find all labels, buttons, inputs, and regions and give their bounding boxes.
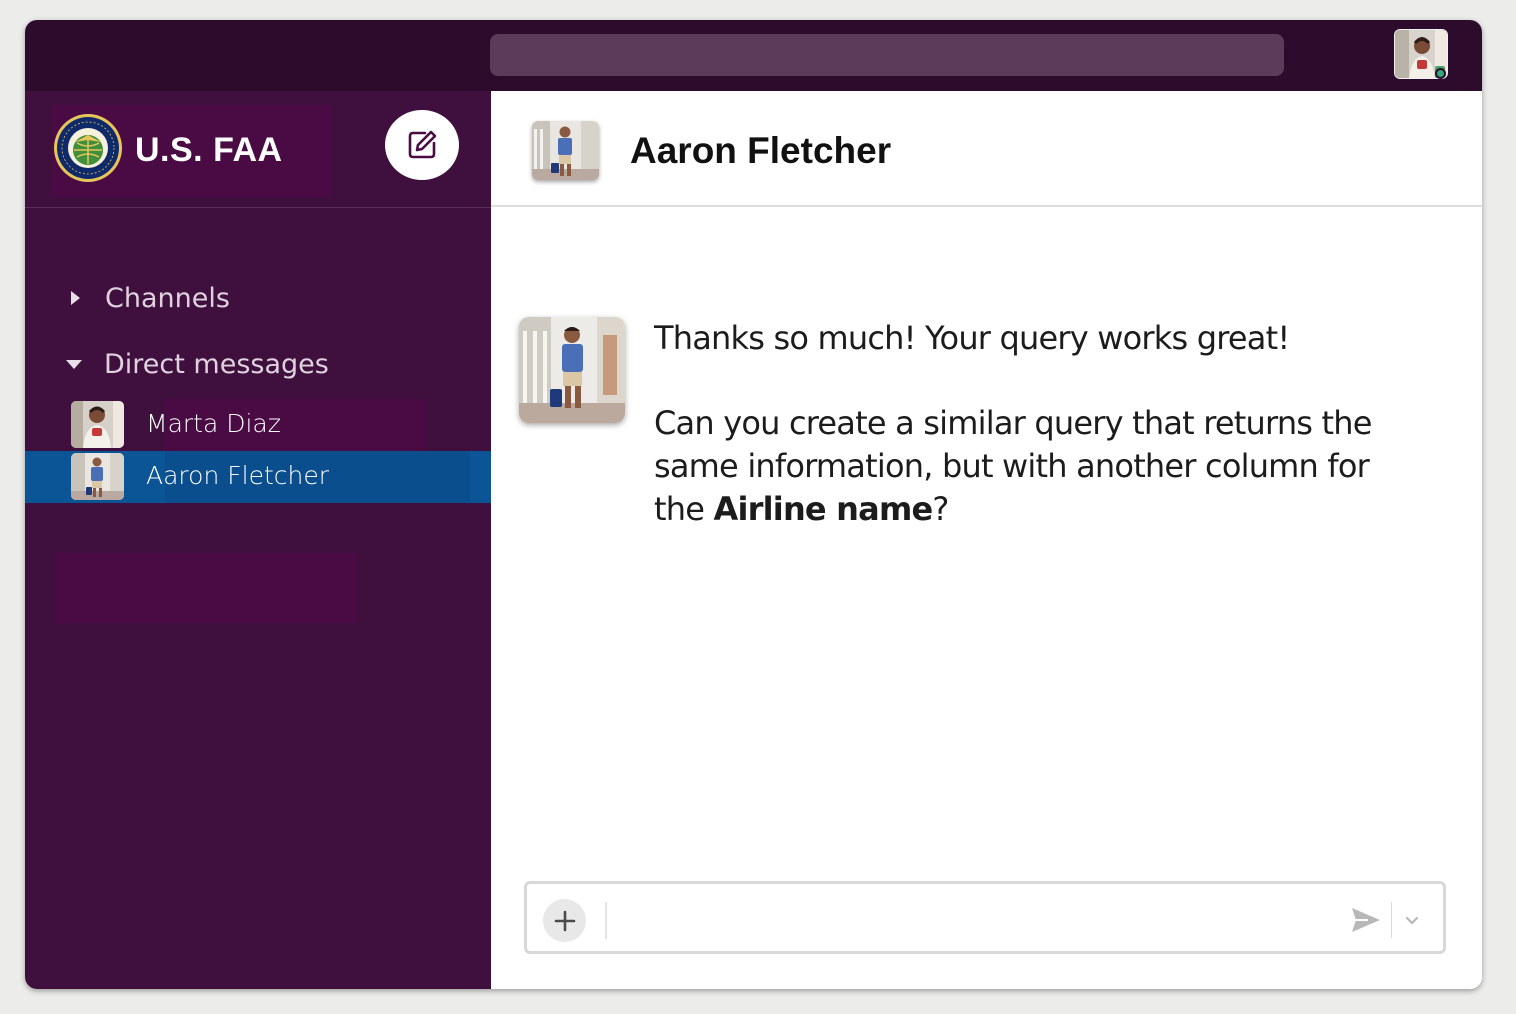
presence-indicator (1435, 68, 1446, 79)
conversation-pane: Aaron Fletcher Thanks so much! Your quer… (491, 91, 1482, 989)
edit-icon (408, 130, 437, 159)
conversation-header: Aaron Fletcher (491, 91, 1482, 207)
sidebar-section-direct-messages[interactable]: Direct messages (25, 342, 491, 386)
dm-label-marta-diaz: Marta Diaz (146, 409, 281, 438)
composer-divider (605, 902, 607, 939)
section-label-channels: Channels (105, 282, 230, 314)
avatar-marta-diaz (71, 401, 124, 448)
send-button[interactable] (1349, 903, 1383, 937)
header-avatar[interactable] (532, 121, 599, 180)
attach-button[interactable] (543, 899, 586, 942)
workspace-name[interactable]: U.S. FAA (135, 131, 283, 170)
sidebar-item-marta-diaz[interactable]: Marta Diaz (25, 399, 491, 451)
compose-button[interactable] (385, 110, 459, 180)
message-bold-text: Airline name (713, 490, 934, 528)
message-composer[interactable] (524, 881, 1446, 954)
plus-icon (554, 910, 575, 931)
message-body: Thanks so much! Your query works great! … (654, 317, 1384, 531)
caret-right-icon (71, 291, 80, 305)
message-author-avatar[interactable] (519, 317, 625, 423)
message-line: Thanks so much! Your query works great! (654, 319, 1290, 357)
conversation-title: Aaron Fletcher (630, 130, 892, 171)
send-options-button[interactable] (1400, 908, 1424, 932)
app-window: U.S. FAA Channels Direct messages Marta … (25, 20, 1482, 989)
workspace-header: U.S. FAA (25, 91, 491, 208)
faa-seal-icon (53, 113, 123, 183)
caret-down-icon (66, 359, 82, 369)
section-label-direct-messages: Direct messages (104, 348, 329, 380)
avatar-aaron-fletcher (71, 453, 124, 500)
top-bar (25, 20, 1482, 91)
sidebar-item-aaron-fletcher[interactable]: Aaron Fletcher (25, 451, 491, 503)
send-icon (1352, 908, 1380, 932)
send-divider (1391, 902, 1392, 938)
search-bar[interactable] (490, 34, 1284, 76)
sidebar: U.S. FAA Channels Direct messages Marta … (25, 91, 491, 989)
message-line: Can you create a similar query that retu… (654, 402, 1384, 531)
dm-label-aaron-fletcher: Aaron Fletcher (146, 461, 329, 490)
chevron-down-icon (1405, 916, 1419, 925)
message-text: ? (932, 490, 949, 528)
sidebar-section-channels[interactable]: Channels (25, 276, 491, 320)
sidebar-placeholder-block (55, 553, 357, 623)
